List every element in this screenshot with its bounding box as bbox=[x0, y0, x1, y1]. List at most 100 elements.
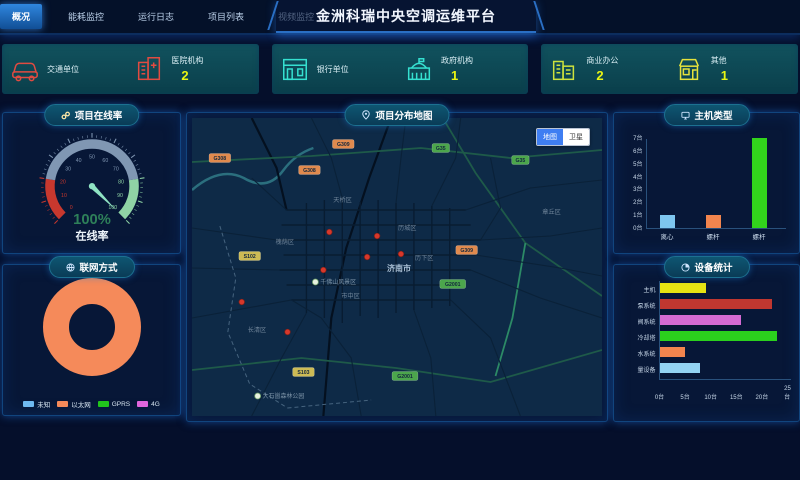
x-tick: 离心 bbox=[661, 231, 674, 241]
x-tick: 螺杆 bbox=[753, 231, 766, 241]
project-marker[interactable] bbox=[374, 233, 380, 239]
panel-title: 项目分布地图 bbox=[375, 108, 432, 122]
car-icon bbox=[10, 54, 40, 84]
monitor-icon bbox=[680, 111, 689, 120]
row-label: 泵系统 bbox=[620, 301, 656, 310]
svg-text:G35: G35 bbox=[516, 158, 526, 164]
stat-item: 商业办公2 bbox=[545, 54, 669, 84]
project-marker[interactable] bbox=[239, 299, 245, 305]
row-label: 水系统 bbox=[620, 349, 656, 358]
stat-item: 医院机构2 bbox=[130, 54, 254, 84]
legend-swatch bbox=[23, 401, 34, 407]
map-svg: G308G308G309G309G35G35G2001G2001S103S102… bbox=[192, 118, 602, 416]
dashboard-root: 概况能耗监控运行日志项目列表视频监控 金洲科瑞中央空调运维平台 交通单位 医院机构… bbox=[0, 0, 800, 480]
panel-network-header: 联网方式 bbox=[48, 256, 134, 278]
legend-swatch bbox=[137, 401, 148, 407]
y-tick: 1台 bbox=[622, 210, 643, 219]
stat-label: 其他 bbox=[711, 55, 728, 66]
legend-item-未知[interactable]: 未知 bbox=[23, 399, 50, 409]
gauge-label: 在线率 bbox=[75, 229, 108, 243]
nav-tabs: 概况能耗监控运行日志项目列表视频监控 bbox=[0, 0, 322, 33]
nav-tab-4[interactable]: 项目列表 bbox=[200, 5, 252, 28]
panel-title: 联网方式 bbox=[79, 260, 117, 274]
project-marker[interactable] bbox=[398, 251, 404, 257]
svg-text:30: 30 bbox=[65, 167, 71, 173]
svg-text:G309: G309 bbox=[337, 142, 350, 148]
map-type-control: 地图卫星 bbox=[536, 128, 590, 146]
office-icon bbox=[549, 54, 579, 84]
project-marker[interactable] bbox=[364, 254, 370, 260]
x-tick: 0台 bbox=[655, 392, 664, 401]
svg-text:10: 10 bbox=[61, 193, 67, 199]
svg-text:40: 40 bbox=[75, 158, 81, 164]
svg-text:80: 80 bbox=[118, 179, 124, 185]
svg-text:G309: G309 bbox=[460, 248, 473, 254]
row-label: 量设备 bbox=[620, 365, 656, 374]
project-marker[interactable] bbox=[321, 267, 327, 273]
row-label: 主机 bbox=[620, 285, 656, 294]
panel-title: 主机类型 bbox=[694, 108, 732, 122]
legend-label: 以太网 bbox=[71, 399, 91, 409]
legend-label: 未知 bbox=[37, 399, 50, 409]
legend-item-以太网[interactable]: 以太网 bbox=[57, 399, 91, 409]
network-legend: 未知 以太网 GPRS 4G bbox=[3, 399, 180, 409]
panel-device-stats: 设备统计 主机泵系统阀系统冷却塔水系统量设备0台5台10台15台20台25台 bbox=[613, 264, 800, 422]
bar-水系统 bbox=[660, 347, 686, 357]
pie-icon bbox=[680, 263, 689, 272]
network-donut-chart bbox=[17, 277, 167, 379]
map-canvas[interactable]: G308G308G309G309G35G35G2001G2001S103S102… bbox=[192, 118, 602, 416]
stat-label: 交通单位 bbox=[47, 64, 79, 75]
panel-device-header: 设备统计 bbox=[663, 256, 749, 278]
panel-host-header: 主机类型 bbox=[663, 104, 749, 126]
legend-swatch bbox=[57, 401, 68, 407]
stat-value: 2 bbox=[171, 68, 203, 83]
svg-text:历下区: 历下区 bbox=[415, 255, 433, 262]
svg-text:60: 60 bbox=[102, 158, 108, 164]
stat-cards-row: 交通单位医院机构2银行单位政府机构1商业办公2其他1 bbox=[2, 44, 798, 94]
project-marker[interactable] bbox=[285, 329, 291, 335]
panel-host-type: 主机类型 0台1台2台3台4台5台6台7台离心螺杆螺杆 bbox=[613, 112, 800, 254]
bar-螺杆 bbox=[752, 138, 767, 228]
nav-tab-2[interactable]: 能耗监控 bbox=[60, 5, 112, 28]
legend-label: GPRS bbox=[112, 401, 130, 408]
y-tick: 0台 bbox=[622, 223, 643, 232]
map-type-button-地图[interactable]: 地图 bbox=[537, 129, 563, 145]
bank-icon bbox=[280, 54, 310, 84]
legend-swatch bbox=[98, 401, 109, 407]
svg-text:70: 70 bbox=[112, 167, 118, 173]
bar-螺杆 bbox=[706, 215, 721, 228]
y-tick: 3台 bbox=[622, 184, 643, 193]
legend-item-GPRS[interactable]: GPRS bbox=[98, 399, 130, 409]
x-tick: 10台 bbox=[704, 392, 717, 401]
legend-item-4G[interactable]: 4G bbox=[137, 399, 160, 409]
map-type-button-卫星[interactable]: 卫星 bbox=[563, 129, 589, 145]
x-tick: 25台 bbox=[784, 386, 791, 401]
nav-tab-3[interactable]: 运行日志 bbox=[130, 5, 182, 28]
svg-text:长清区: 长清区 bbox=[248, 326, 266, 334]
y-tick: 5台 bbox=[622, 159, 643, 168]
svg-text:大石崮森林公园: 大石崮森林公园 bbox=[263, 392, 305, 400]
stat-label: 政府机构 bbox=[441, 55, 473, 66]
svg-text:G2001: G2001 bbox=[445, 282, 461, 288]
host-type-bar-chart: 0台1台2台3台4台5台6台7台离心螺杆螺杆 bbox=[622, 127, 792, 241]
page-title: 金洲科瑞中央空调运维平台 bbox=[316, 6, 496, 26]
panel-online-rate: 项目在线率 0102030405060708090100 100% 在线率 bbox=[2, 112, 181, 254]
panel-online-rate-header: 项目在线率 bbox=[44, 104, 140, 126]
svg-text:市中区: 市中区 bbox=[341, 292, 359, 300]
shop-icon bbox=[674, 54, 704, 84]
row-label: 阀系统 bbox=[620, 317, 656, 326]
project-marker[interactable] bbox=[327, 229, 333, 235]
svg-text:S103: S103 bbox=[297, 370, 309, 376]
panel-title: 设备统计 bbox=[694, 260, 732, 274]
panel-title: 项目在线率 bbox=[75, 108, 123, 122]
online-rate-gauge: 0102030405060708090100 100% 在线率 bbox=[12, 123, 172, 245]
svg-text:G2001: G2001 bbox=[397, 374, 413, 380]
stat-item: 交通单位 bbox=[6, 54, 130, 84]
stat-label: 商业办公 bbox=[586, 55, 618, 66]
nav-tab-1[interactable]: 概况 bbox=[0, 4, 42, 29]
panel-project-map: 项目分布地图 bbox=[186, 112, 608, 422]
x-tick: 螺杆 bbox=[707, 231, 720, 241]
x-tick: 15台 bbox=[730, 392, 743, 401]
svg-text:50: 50 bbox=[89, 155, 95, 161]
x-tick: 20台 bbox=[756, 392, 769, 401]
